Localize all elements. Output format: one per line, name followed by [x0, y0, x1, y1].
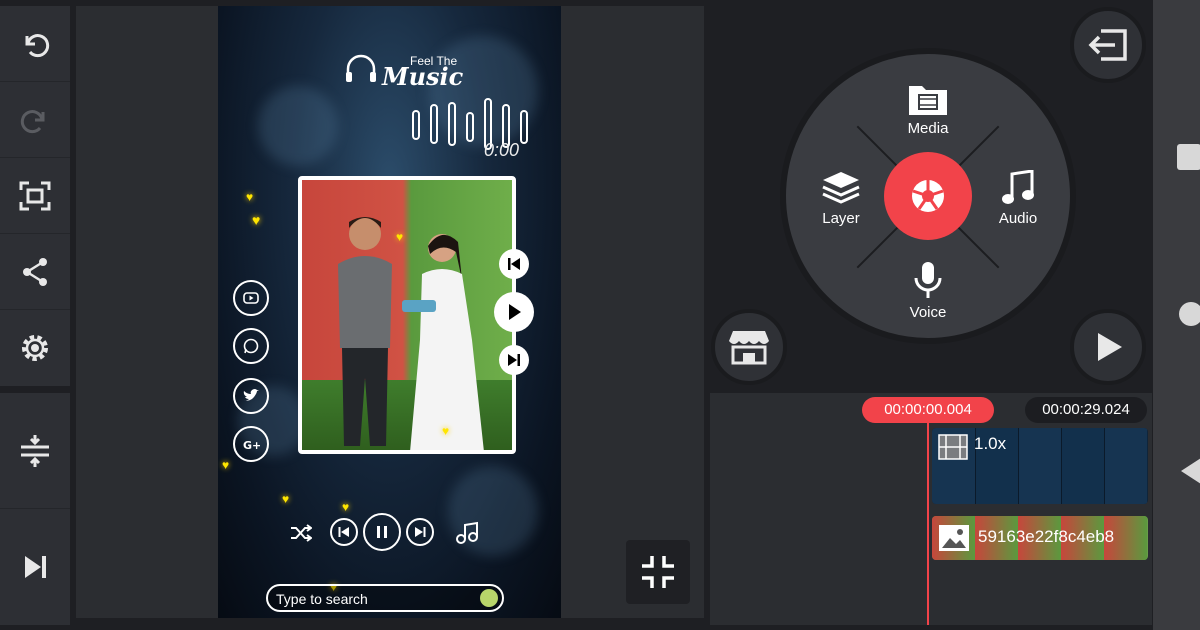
video-clip-track[interactable]: 59163e22f8c4eb8 — [932, 516, 1148, 560]
layer-label: Layer — [822, 210, 860, 227]
undo-icon — [25, 33, 50, 57]
recents-icon[interactable] — [1177, 144, 1200, 170]
pause-button[interactable] — [363, 513, 401, 551]
audio-label: Audio — [998, 210, 1038, 227]
equalizer-bar — [448, 102, 456, 146]
rewind-icon — [338, 527, 349, 537]
equalizer-bar — [466, 112, 474, 142]
video-clip-name: 59163e22f8c4eb8 — [978, 527, 1115, 546]
music-note-icon[interactable] — [454, 520, 480, 546]
share-icon — [23, 257, 47, 286]
equalizer-bar — [412, 110, 420, 140]
microphone-icon — [914, 262, 942, 298]
pause-icon — [377, 526, 387, 538]
voice-label: Voice — [909, 304, 947, 321]
play-icon — [1098, 333, 1122, 361]
exit-icon — [1088, 29, 1127, 61]
media-wheel: Media Layer Audio Voice — [780, 48, 1076, 344]
equalizer-bar — [520, 110, 528, 144]
back-icon[interactable] — [1179, 456, 1200, 486]
layers-icon — [822, 172, 860, 204]
search-button-icon[interactable] — [480, 589, 498, 607]
playhead[interactable] — [927, 420, 929, 625]
layer-clip-track[interactable]: 1.0x — [932, 428, 1148, 504]
heart-sparkle: ♥ — [442, 424, 450, 438]
previous-track-button[interactable] — [499, 249, 529, 279]
search-box[interactable]: Type to search — [266, 584, 504, 612]
timeline-adjust-button[interactable] — [0, 393, 70, 509]
preview-panel: Feel The Music 0:00 G+ ♥ ♥ ♥ ♥ ♥ ♥ ♥ ♥ T… — [76, 6, 704, 618]
play-button[interactable] — [1070, 309, 1146, 385]
kinemaster-editor: Feel The Music 0:00 G+ ♥ ♥ ♥ ♥ ♥ ♥ ♥ ♥ T… — [0, 0, 1200, 630]
skip-forward-icon — [508, 354, 520, 366]
share-button[interactable] — [0, 234, 70, 310]
heart-sparkle: ♥ — [342, 500, 350, 514]
photo-frame — [298, 176, 516, 454]
voice-button[interactable]: Voice — [883, 260, 973, 321]
collapse-icon — [642, 556, 674, 588]
twitter-icon[interactable] — [233, 378, 269, 414]
layer-speed: 1.0x — [974, 434, 1007, 453]
asset-store-button[interactable] — [711, 309, 787, 385]
search-placeholder: Type to search — [276, 591, 368, 607]
settings-button[interactable] — [0, 310, 70, 386]
heart-sparkle: ♥ — [222, 458, 230, 472]
rewind-button[interactable] — [330, 518, 358, 546]
layer-button[interactable]: Layer — [796, 170, 886, 227]
song-time: 0:00 — [484, 140, 520, 160]
left-toolbar-bottom — [0, 393, 70, 625]
youtube-icon[interactable] — [233, 280, 269, 316]
svg-text:G+: G+ — [243, 439, 260, 452]
skip-to-end-icon — [25, 556, 46, 578]
bokeh-light — [258, 86, 338, 166]
total-duration: 00:00:29.024 — [1025, 397, 1147, 423]
next-track-button[interactable] — [499, 345, 529, 375]
couple-photo-man — [338, 217, 392, 446]
google-plus-icon[interactable]: G+ — [233, 426, 269, 462]
fast-forward-button[interactable] — [406, 518, 434, 546]
couple-photo-woman — [402, 234, 484, 450]
audio-button[interactable]: Audio — [973, 170, 1063, 227]
media-label: Media — [907, 120, 949, 137]
fast-forward-icon — [415, 527, 426, 537]
media-folder-icon — [909, 86, 947, 115]
skip-back-icon — [508, 258, 520, 270]
gear-icon — [22, 335, 48, 361]
camera-shutter-icon — [912, 180, 944, 212]
play-track-button[interactable] — [494, 292, 534, 332]
whatsapp-icon[interactable] — [233, 328, 269, 364]
image-icon — [939, 525, 969, 551]
play-icon — [509, 304, 521, 320]
home-icon[interactable] — [1179, 302, 1200, 326]
heart-sparkle: ♥ — [252, 212, 261, 228]
shuffle-icon[interactable] — [290, 524, 312, 542]
equalizer-bar — [430, 104, 438, 144]
fullscreen-button[interactable] — [0, 158, 70, 234]
redo-icon — [20, 109, 45, 133]
collapse-preview-button[interactable] — [626, 540, 690, 604]
fullscreen-icon — [19, 181, 51, 210]
heart-sparkle: ♥ — [246, 190, 254, 204]
store-icon — [729, 331, 769, 365]
film-icon — [938, 434, 968, 460]
jump-to-end-button[interactable] — [0, 509, 70, 625]
system-nav-bar — [1153, 0, 1200, 630]
video-preview[interactable]: Feel The Music 0:00 G+ ♥ ♥ ♥ ♥ ♥ ♥ ♥ ♥ T… — [218, 6, 561, 618]
record-button[interactable] — [884, 152, 972, 240]
expand-vertical-icon — [21, 434, 49, 467]
heart-sparkle: ♥ — [396, 230, 404, 244]
heart-sparkle: ♥ — [282, 492, 290, 506]
music-title: Music — [382, 62, 464, 91]
music-note-icon — [1002, 170, 1034, 204]
redo-button[interactable] — [0, 82, 70, 158]
left-toolbar-top — [0, 6, 70, 386]
media-button[interactable]: Media — [883, 80, 973, 137]
undo-button[interactable] — [0, 6, 70, 82]
exit-button[interactable] — [1070, 7, 1146, 83]
headphones-icon — [346, 54, 376, 82]
